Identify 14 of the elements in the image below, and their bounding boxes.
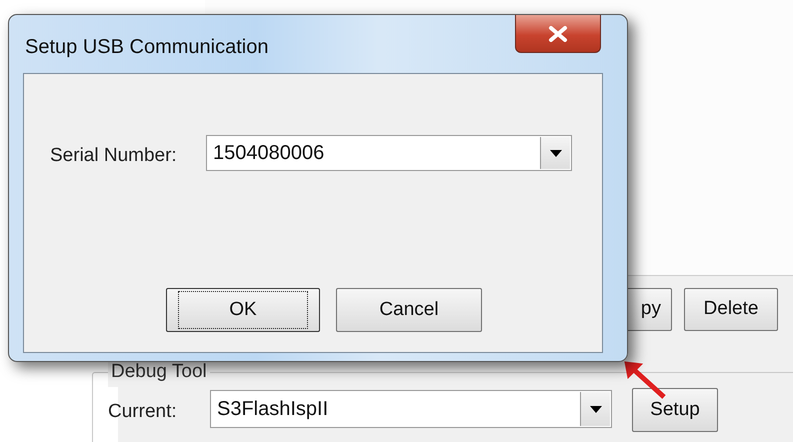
close-button[interactable] <box>515 15 601 53</box>
serial-number-dropdown[interactable]: 1504080006 <box>206 135 572 171</box>
setup-button[interactable]: Setup <box>632 388 718 432</box>
window-title: Setup USB Communication <box>25 35 268 60</box>
cancel-button[interactable]: Cancel <box>336 288 482 332</box>
current-label: Current: <box>108 400 177 424</box>
delete-button[interactable]: Delete <box>684 288 778 331</box>
arrow-icon <box>622 360 668 400</box>
tool-dropdown[interactable]: S3FlashIspII <box>210 390 612 428</box>
caret-icon <box>590 406 602 412</box>
caret-icon <box>550 150 562 156</box>
serial-number-label: Serial Number: <box>50 144 177 168</box>
close-icon <box>548 26 568 42</box>
ok-button[interactable]: OK <box>166 288 320 332</box>
